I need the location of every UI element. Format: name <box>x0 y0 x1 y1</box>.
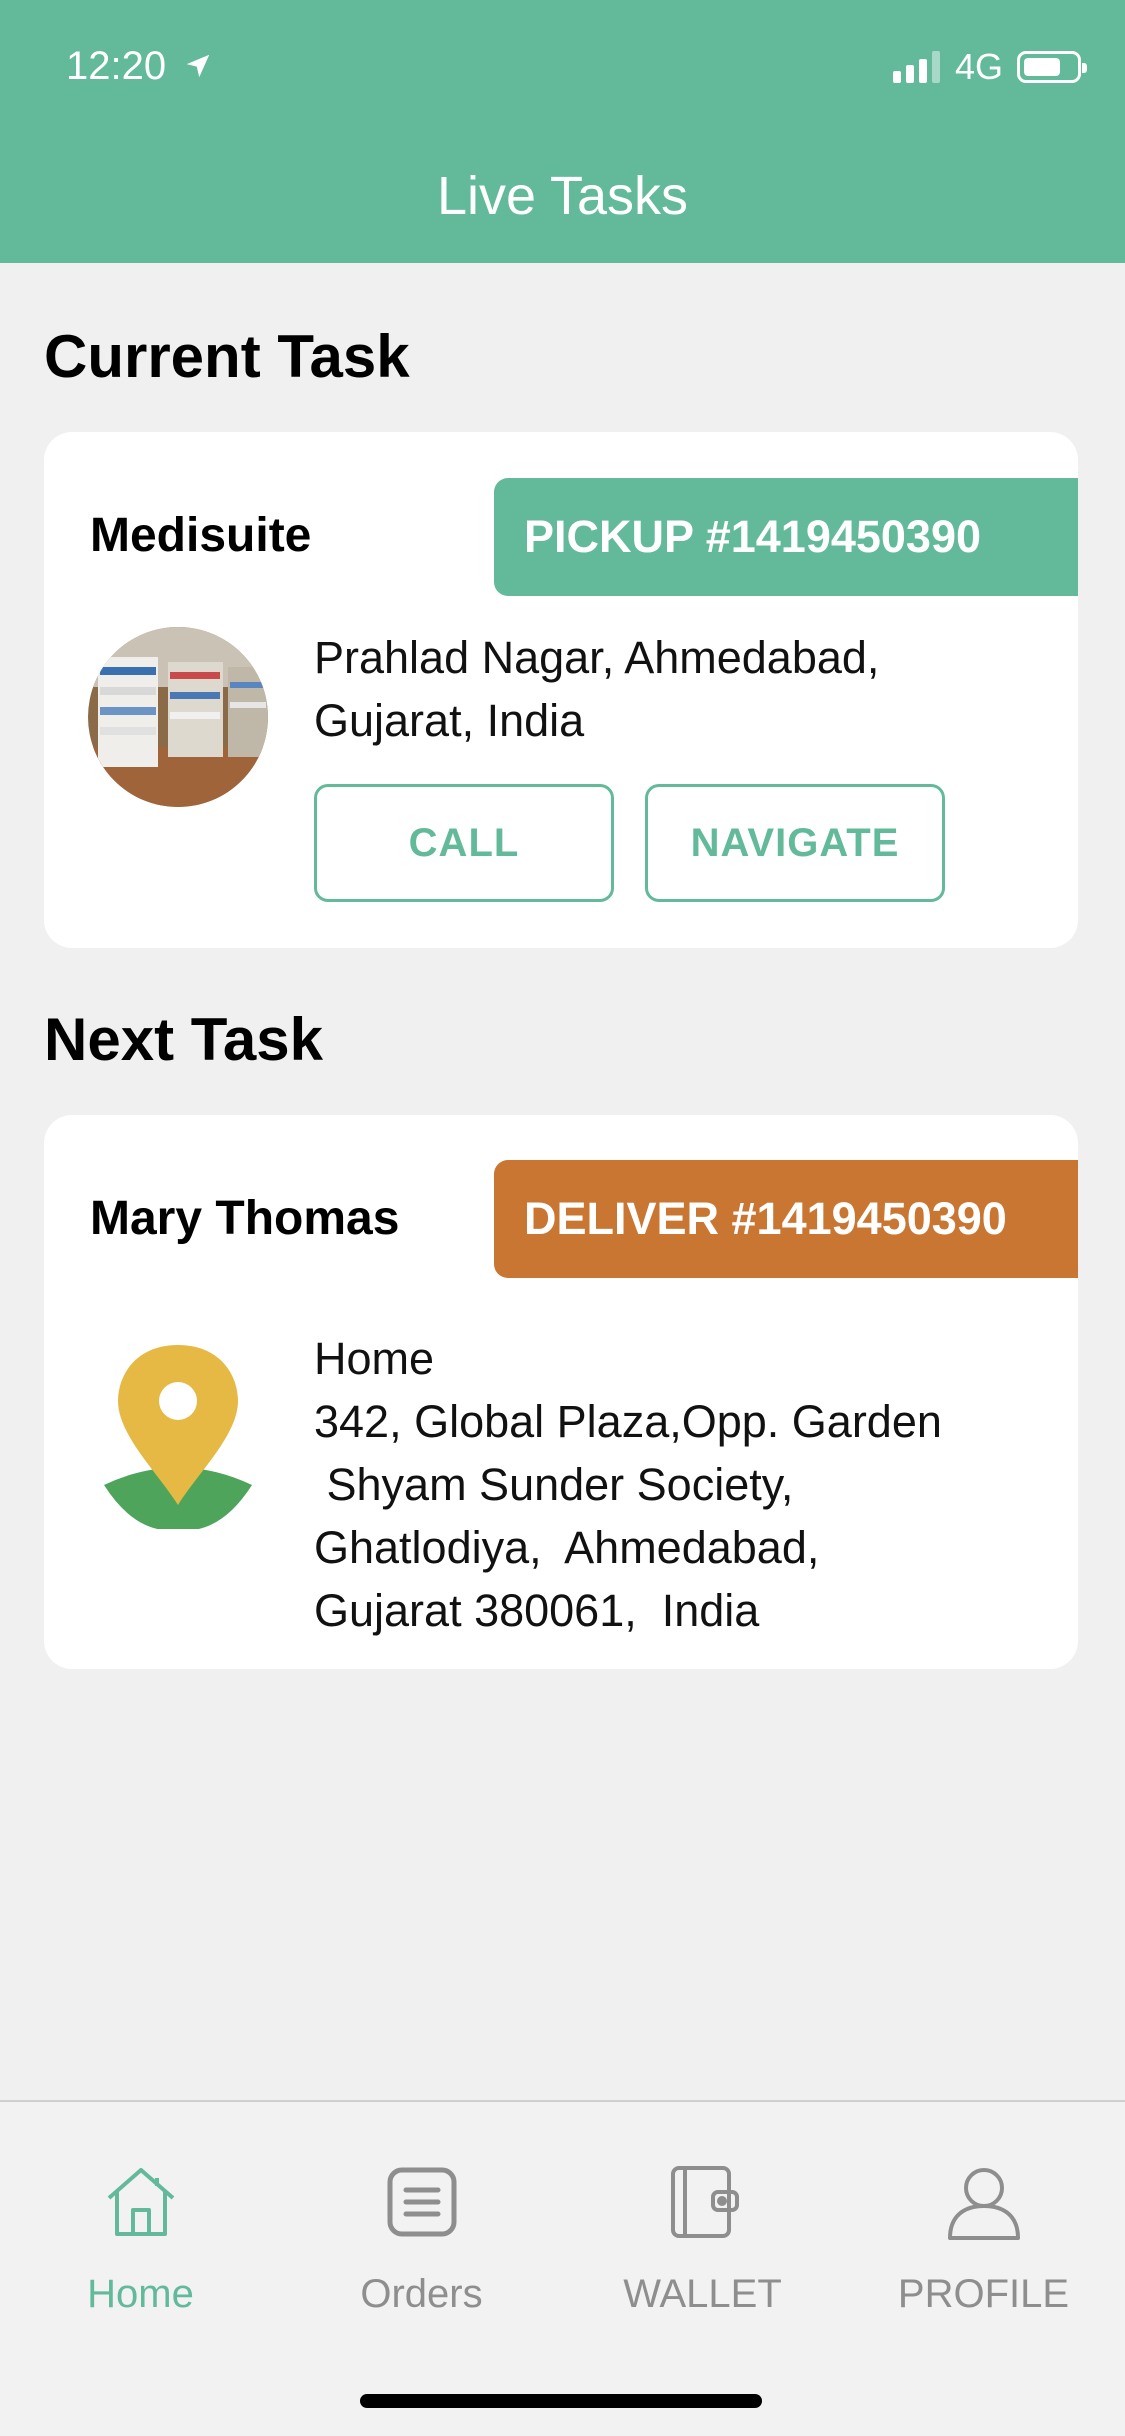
next-task-card[interactable]: Mary Thomas DELIVER #1419450390 Home 342… <box>44 1115 1078 1669</box>
current-task-card[interactable]: Medisuite PICKUP #1419450390 Prahlad Nag… <box>44 432 1078 948</box>
nav-home-label: Home <box>87 2272 194 2316</box>
location-arrow-icon <box>186 54 210 78</box>
pickup-tag: PICKUP #1419450390 <box>494 478 1078 596</box>
status-indicators: 4G <box>892 46 1087 88</box>
customer-name: Mary Thomas <box>90 1192 400 1245</box>
store-name: Medisuite <box>90 509 312 562</box>
deliver-tag: DELIVER #1419450390 <box>494 1160 1078 1278</box>
status-time-text: 12:20 <box>66 44 167 88</box>
network-type: 4G <box>954 46 1003 87</box>
map-pin-icon <box>104 1345 252 1529</box>
pharmacy-image-icon <box>88 627 268 807</box>
store-address: Prahlad Nagar, Ahmedabad, Gujarat, India <box>314 632 880 746</box>
home-icon <box>107 2168 174 2236</box>
home-indicator[interactable] <box>360 2394 762 2408</box>
wallet-icon <box>670 2166 739 2238</box>
nav-profile-label: PROFILE <box>897 2272 1070 2316</box>
current-task-title: Current Task <box>44 323 410 390</box>
nav-orders-label: Orders <box>360 2272 483 2316</box>
navigate-button[interactable]: NAVIGATE <box>645 784 945 902</box>
nav-orders[interactable]: Orders <box>281 2162 562 2317</box>
signal-icon <box>892 51 945 83</box>
battery-icon <box>1017 51 1087 83</box>
bottom-nav: Home Orders WALLET PROFILE <box>0 2100 1125 2436</box>
nav-wallet-label: WALLET <box>623 2272 782 2316</box>
profile-icon <box>947 2168 1020 2240</box>
status-time: 12:20 <box>66 44 213 89</box>
next-task-title: Next Task <box>44 1006 324 1073</box>
app-header: 12:20 4G Live Tasks <box>0 0 1125 263</box>
store-avatar <box>88 627 268 807</box>
call-button[interactable]: CALL <box>314 784 614 902</box>
nav-wallet[interactable]: WALLET <box>562 2162 843 2317</box>
nav-home[interactable]: Home <box>0 2162 281 2317</box>
delivery-address: Home 342, Global Plaza,Opp. Garden Shyam… <box>314 1333 942 1636</box>
page-title: Live Tasks <box>436 166 689 226</box>
orders-icon <box>387 2167 456 2237</box>
nav-profile[interactable]: PROFILE <box>843 2162 1124 2317</box>
